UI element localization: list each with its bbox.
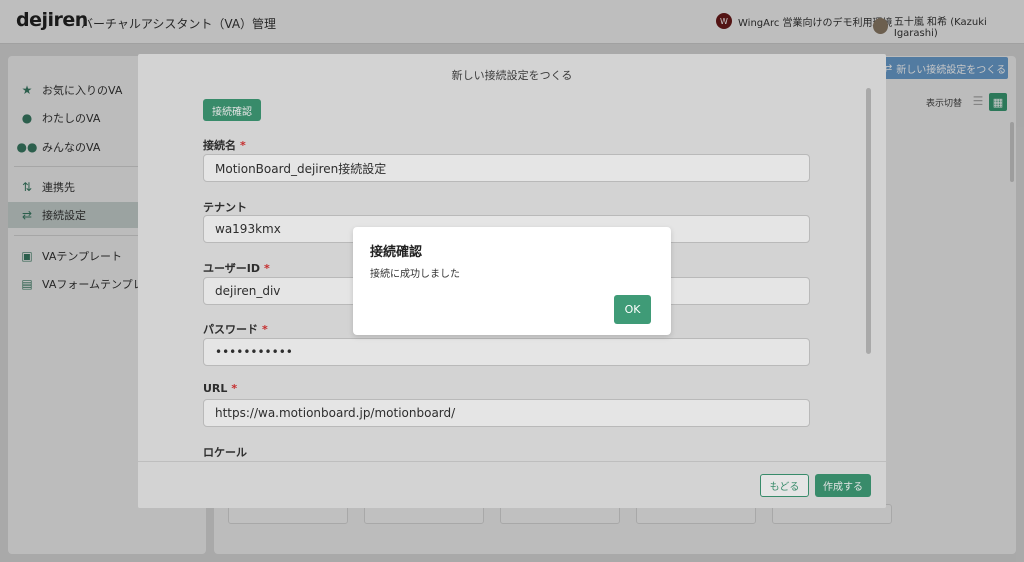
dialog-title: 接続確認 bbox=[370, 245, 423, 260]
connection-check-dialog: 接続確認 接続に成功しました OK bbox=[353, 227, 671, 335]
ok-button[interactable]: OK bbox=[614, 295, 651, 324]
dialog-message: 接続に成功しました bbox=[370, 269, 460, 280]
